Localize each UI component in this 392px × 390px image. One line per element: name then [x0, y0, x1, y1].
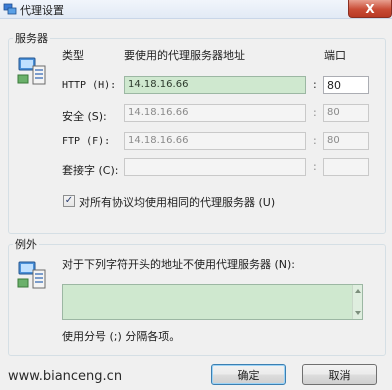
watermark-text: www.bianceng.cn: [8, 369, 123, 384]
http-address-field[interactable]: 14.18.16.66: [124, 76, 306, 94]
exceptions-hint: 使用分号 (;) 分隔各项。: [62, 330, 181, 343]
cancel-button[interactable]: 取消: [302, 364, 377, 385]
column-header-type: 类型: [62, 49, 84, 62]
close-button[interactable]: X: [348, 0, 392, 18]
scroll-down-arrow-icon[interactable]: [355, 311, 361, 315]
ok-button[interactable]: 确定: [211, 364, 286, 385]
secure-label: 安全 (S):: [62, 110, 107, 123]
secure-port-field[interactable]: 80: [323, 104, 369, 122]
http-colon: :: [313, 78, 317, 91]
ftp-port-field[interactable]: 80: [323, 132, 369, 150]
socks-colon: :: [313, 160, 317, 173]
socks-label: 套接字 (C):: [62, 164, 119, 177]
title-bar[interactable]: 代理设置 X: [0, 0, 392, 19]
network-icon: [3, 3, 17, 15]
scroll-up-arrow-icon[interactable]: [355, 289, 361, 293]
exceptions-textarea[interactable]: [62, 284, 363, 320]
close-icon: X: [365, 1, 375, 16]
ftp-colon: :: [313, 134, 317, 147]
column-header-port: 端口: [324, 49, 346, 62]
socks-port-field[interactable]: [323, 158, 369, 176]
window-title: 代理设置: [20, 4, 64, 17]
computer-network-icon: [17, 57, 46, 85]
secure-colon: :: [313, 106, 317, 119]
checkmark-icon: ✓: [64, 195, 74, 206]
http-label: HTTP (H):: [62, 80, 117, 91]
same-proxy-label[interactable]: 对所有协议均使用相同的代理服务器 (U): [79, 194, 275, 210]
secure-address-field[interactable]: 14.18.16.66: [124, 104, 306, 122]
socks-address-field[interactable]: [124, 158, 306, 176]
column-header-address: 要使用的代理服务器地址: [124, 49, 245, 62]
exceptions-scrollbar[interactable]: [352, 285, 362, 319]
exceptions-group-legend: 例外: [13, 236, 39, 252]
same-proxy-checkbox[interactable]: ✓: [63, 195, 75, 207]
ftp-address-field[interactable]: 14.18.16.66: [124, 132, 306, 150]
computer-exception-icon: [17, 261, 46, 289]
ftp-label: FTP (F):: [62, 136, 111, 147]
servers-group-legend: 服务器: [13, 30, 50, 46]
exceptions-instruction: 对于下列字符开头的地址不使用代理服务器 (N):: [62, 258, 296, 271]
http-port-field[interactable]: 80: [323, 76, 369, 94]
proxy-settings-dialog: 服务器 类型 要使用的代理服务器地址 端口 HTTP (H): 14.18.16…: [0, 19, 392, 390]
